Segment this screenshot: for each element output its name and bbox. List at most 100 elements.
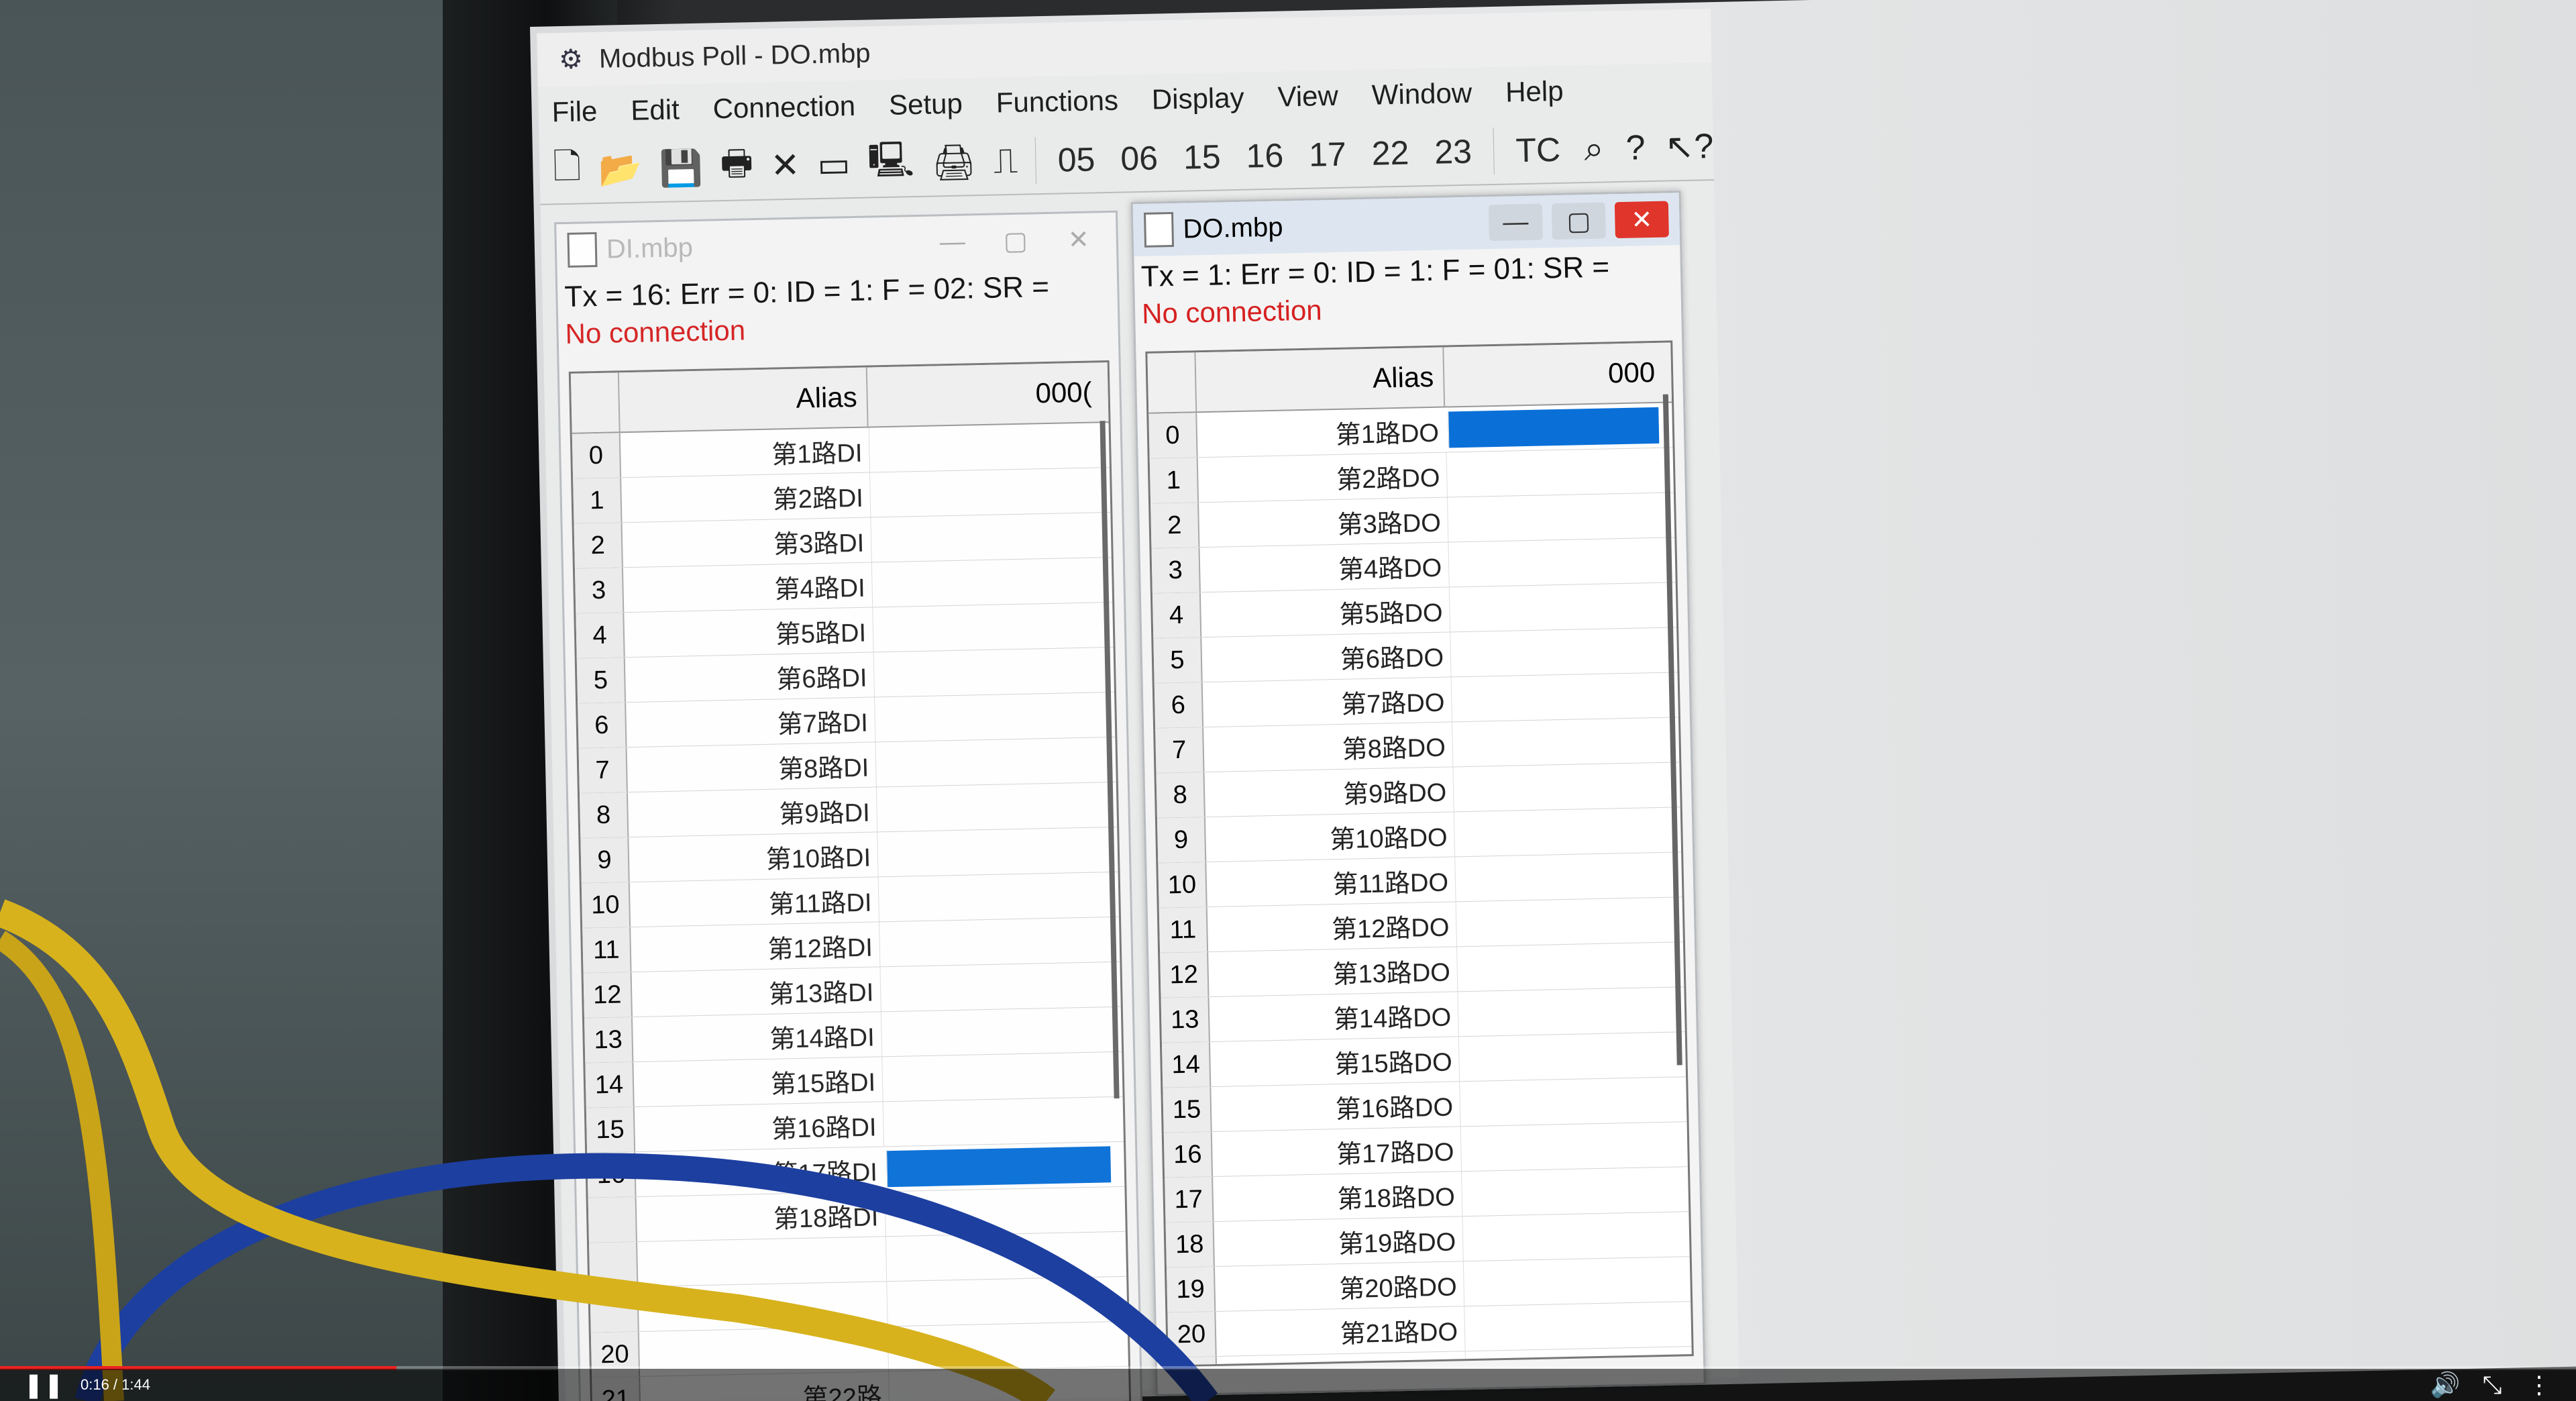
value-cell[interactable] [1461,1167,1689,1216]
value-cell[interactable] [884,1186,1126,1237]
value-cell[interactable] [877,872,1119,922]
menu-display[interactable]: Display [1151,82,1244,116]
fc-16-button[interactable]: 16 [1242,136,1288,175]
window-icon[interactable]: ▭ [817,140,851,189]
value-cell[interactable] [879,917,1120,967]
row-number: 15 [1163,1087,1212,1133]
context-help-icon[interactable]: ↖? [1664,122,1714,171]
value-cell[interactable] [1454,852,1682,902]
fc-23-button[interactable]: 23 [1430,132,1477,172]
value-cell[interactable] [1452,762,1680,812]
value-cell[interactable] [1446,448,1674,497]
pulse-icon[interactable]: ⎍ [993,137,1018,186]
row-alias: 第12路DI [767,933,873,964]
row-alias: 第8路DI [777,754,869,784]
row-number: 6 [1154,682,1204,728]
tc-button[interactable]: TC [1511,130,1565,170]
row-number: 5 [1153,637,1203,683]
di-grid-body: 0 第1路DI 1 第2路DI 2 第3路DI 3 第4路DI 4 第5路DI 5 第6路DI 6 第7路… [572,423,1130,1401]
value-cell[interactable] [873,647,1114,697]
row-alias: 第3路DO [1337,509,1442,539]
selected-value-cell[interactable] [886,1146,1112,1188]
row-alias: 第21路DO [1340,1317,1458,1349]
value-cell[interactable] [1458,1032,1686,1082]
print-icon[interactable]: 🖶 [720,142,754,191]
volume-icon[interactable]: 🔊 [2422,1369,2469,1401]
value-cell[interactable] [1453,807,1682,857]
help-icon[interactable]: ? [1623,123,1648,172]
value-cell[interactable] [1464,1302,1692,1351]
row-number-header [570,372,621,433]
selected-value-cell[interactable] [1448,407,1660,448]
value-cell[interactable] [871,558,1113,607]
menu-window[interactable]: Window [1371,77,1472,111]
disconnect-icon[interactable]: 🖨 [931,138,977,187]
delete-icon[interactable]: ✕ [770,142,800,191]
value-cell[interactable] [879,962,1121,1012]
value-cell[interactable] [1448,537,1676,587]
menu-view[interactable]: View [1277,80,1338,113]
value-cell[interactable] [1450,672,1678,722]
maximize-button[interactable]: ▢ [988,222,1042,260]
di-grid-header: Alias 000( [570,362,1109,434]
value-cell[interactable] [1456,942,1684,992]
value-cell[interactable] [880,1006,1122,1057]
fc-06-button[interactable]: 06 [1116,138,1163,178]
value-cell[interactable] [1452,717,1680,767]
value-cell[interactable] [1450,627,1678,677]
connect-icon[interactable]: 🖳 [867,139,915,188]
di-child-window[interactable]: DI.mbp — ▢ ✕ Tx = 16: Err = 0: ID = 1: F… [554,210,1143,1401]
maximize-button[interactable]: ▢ [1551,202,1606,240]
row-alias: 第15路DO [1334,1048,1453,1079]
new-file-icon[interactable]: 🗋 [553,146,582,195]
minimize-button[interactable]: — [1488,203,1543,242]
menu-functions[interactable]: Functions [996,85,1118,119]
close-button[interactable]: ✕ [1614,201,1669,239]
menu-edit[interactable]: Edit [631,93,680,127]
row-number: 7 [1155,727,1205,773]
do-grid-body: 0 第1路DO 1 第2路DO 2 第3路DO 3 第4路DO 4 第5路DO 5 第6路DO 6 第7路… [1148,403,1693,1367]
value-cell[interactable] [886,1276,1128,1327]
value-cell[interactable] [869,468,1111,517]
value-cell[interactable] [1459,1077,1687,1127]
value-cell[interactable] [877,827,1118,877]
background-wall [0,0,483,1401]
value-cell[interactable] [881,1051,1123,1102]
row-alias: 第13路DI [768,978,874,1009]
monitor-icon[interactable]: ⌕ [1581,124,1607,173]
close-button[interactable]: ✕ [1051,221,1106,258]
value-cell[interactable] [1448,582,1677,632]
minimize-button[interactable]: — [925,223,979,261]
more-options-icon[interactable]: ⋮ [2516,1369,2563,1401]
value-cell[interactable] [870,513,1112,562]
value-cell[interactable] [872,603,1114,652]
pause-icon[interactable]: ❚❚ [20,1369,67,1401]
do-child-window[interactable]: DO.mbp — ▢ ✕ Tx = 1: Err = 0: ID = 1: F … [1130,191,1706,1396]
value-cell[interactable] [1455,897,1683,947]
row-alias: 第5路DI [775,619,867,650]
menu-setup[interactable]: Setup [889,88,963,121]
value-cell[interactable] [1457,987,1685,1037]
value-cell[interactable] [1462,1212,1690,1261]
fc-22-button[interactable]: 22 [1367,133,1413,172]
value-cell[interactable] [1462,1257,1691,1306]
value-cell[interactable] [1446,492,1675,542]
menu-file[interactable]: File [551,95,598,128]
row-alias: 第14路DO [1333,1003,1452,1034]
menu-help[interactable]: Help [1505,75,1564,109]
value-cell[interactable] [1460,1122,1688,1172]
fc-15-button[interactable]: 15 [1179,137,1225,176]
menu-connection[interactable]: Connection [712,90,855,125]
value-cell[interactable] [874,692,1116,742]
value-cell[interactable] [887,1321,1128,1371]
value-cell[interactable] [875,737,1116,787]
open-folder-icon[interactable]: 📂 [598,145,643,194]
value-cell[interactable] [868,423,1110,472]
save-icon[interactable]: 💾 [659,144,703,193]
exit-fullscreen-icon[interactable]: ⤡ [2469,1369,2516,1401]
value-cell[interactable] [882,1096,1124,1147]
fc-17-button[interactable]: 17 [1305,134,1351,174]
fc-05-button[interactable]: 05 [1053,140,1099,179]
value-cell[interactable] [875,782,1118,832]
value-cell[interactable] [885,1231,1127,1282]
